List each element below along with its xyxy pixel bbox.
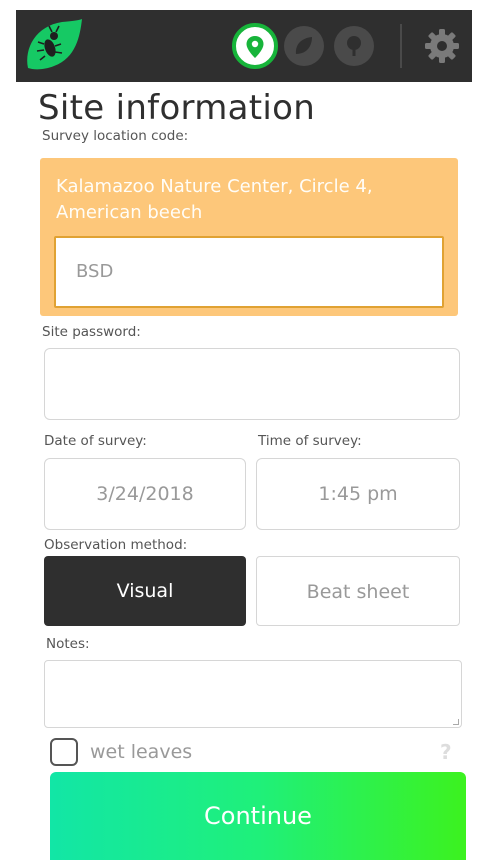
time-of-survey-input[interactable]: 1:45 pm [256, 458, 460, 530]
notes-label: Notes: [46, 636, 90, 652]
nav-divider [400, 24, 402, 68]
resize-handle-icon[interactable] [453, 719, 459, 725]
tree-icon [347, 36, 361, 56]
nav-observation-step-button[interactable] [284, 26, 324, 66]
location-pin-icon [246, 36, 264, 58]
beat-sheet-method-button[interactable]: Beat sheet [256, 556, 460, 626]
observation-method-label: Observation method: [44, 537, 188, 553]
date-of-survey-input[interactable]: 3/24/2018 [44, 458, 246, 530]
notes-textarea[interactable] [44, 660, 462, 728]
date-of-survey-value: 3/24/2018 [96, 483, 194, 505]
wet-leaves-checkbox[interactable] [50, 738, 78, 766]
site-password-input[interactable] [44, 348, 460, 420]
site-password-label: Site password: [42, 324, 141, 340]
survey-location-card: Kalamazoo Nature Center, Circle 4, Ameri… [40, 158, 458, 316]
wet-leaves-label[interactable]: wet leaves [90, 738, 192, 766]
survey-location-label: Survey location code: [42, 128, 189, 144]
nav-location-step-button[interactable] [232, 23, 278, 69]
page-title: Site information [38, 88, 316, 128]
nav-plant-step-button[interactable] [334, 26, 374, 66]
visual-method-button[interactable]: Visual [44, 556, 246, 626]
time-of-survey-label: Time of survey: [258, 433, 362, 449]
leaf-logo-icon[interactable] [22, 18, 84, 74]
survey-location-code-input[interactable]: BSD [54, 236, 444, 308]
time-of-survey-value: 1:45 pm [318, 483, 398, 505]
top-nav-bar [16, 10, 472, 82]
date-of-survey-label: Date of survey: [44, 433, 147, 449]
continue-button[interactable]: Continue [50, 772, 466, 860]
gear-icon[interactable] [424, 28, 460, 64]
help-icon[interactable]: ? [440, 738, 452, 766]
leaf-icon [295, 37, 312, 54]
site-name-text: Kalamazoo Nature Center, Circle 4, Ameri… [56, 176, 373, 223]
